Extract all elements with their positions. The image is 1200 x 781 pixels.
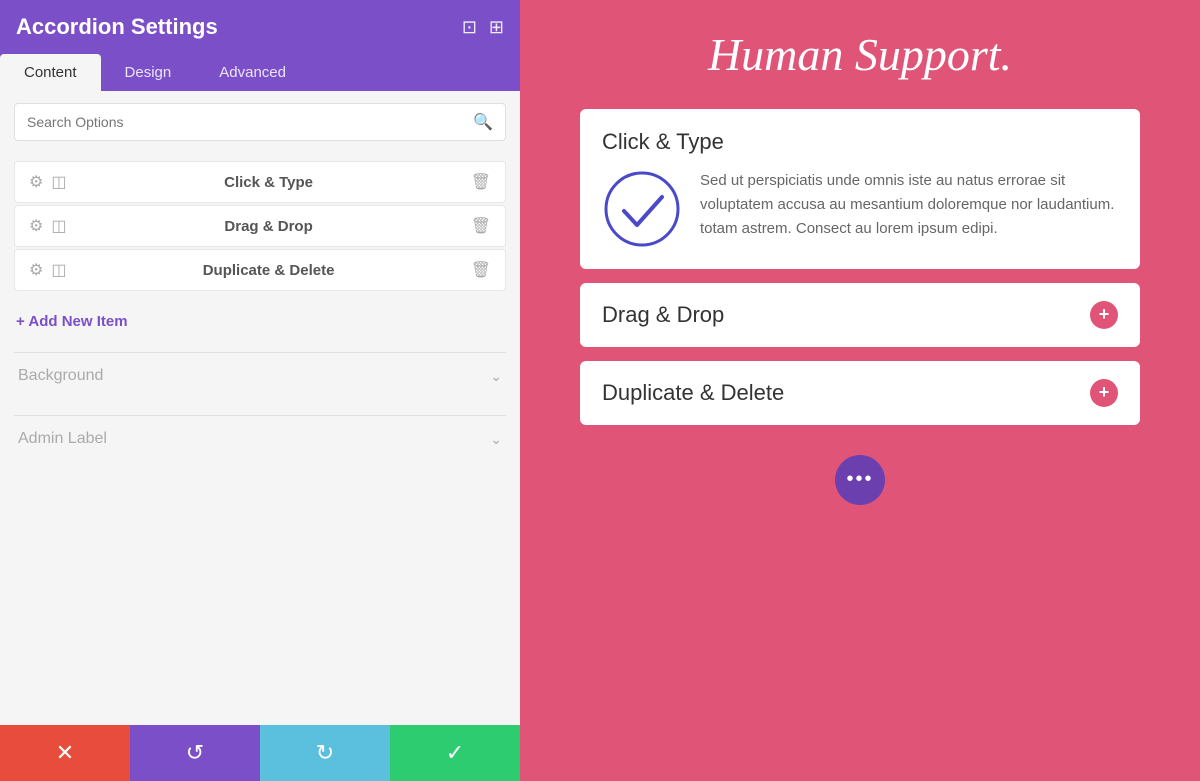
search-input[interactable]: [27, 114, 473, 130]
delete-icon-3[interactable]: 🗑: [471, 260, 491, 280]
card-2-header[interactable]: Drag & Drop +: [580, 283, 1140, 347]
floating-dots-button[interactable]: •••: [835, 455, 885, 505]
admin-label-section[interactable]: Admin Label ⌄: [14, 415, 506, 462]
background-section[interactable]: Background ⌄: [14, 352, 506, 399]
card-1-title: Click & Type: [602, 129, 724, 155]
tab-content[interactable]: Content: [0, 54, 101, 91]
redo-button[interactable]: ↻: [260, 725, 390, 781]
accordion-card-3: Duplicate & Delete +: [580, 361, 1140, 425]
floating-dots-icon: •••: [846, 468, 873, 491]
item-left-icons-2: ⚙ ◫: [29, 216, 66, 236]
right-panel: Human Support. Click & Type Sed ut persp…: [520, 0, 1200, 781]
settings-icon-3: ⚙: [29, 260, 43, 280]
panel-header: Accordion Settings ⊡ ⊞: [0, 0, 520, 54]
expand-icon[interactable]: ⊡: [462, 17, 477, 38]
background-label: Background: [18, 367, 103, 385]
bottom-toolbar: ✕ ↺ ↻ ✓: [0, 725, 520, 781]
settings-icon-1: ⚙: [29, 172, 43, 192]
left-panel: Accordion Settings ⊡ ⊞ Content Design Ad…: [0, 0, 520, 781]
card-1-header: Click & Type: [602, 129, 1118, 169]
panel-title: Accordion Settings: [16, 14, 218, 40]
undo-button[interactable]: ↺: [130, 725, 260, 781]
tab-advanced[interactable]: Advanced: [195, 54, 310, 91]
card-1-body: Sed ut perspiciatis unde omnis iste au n…: [602, 169, 1118, 249]
card-3-header[interactable]: Duplicate & Delete +: [580, 361, 1140, 425]
admin-label-chevron: ⌄: [490, 431, 502, 448]
layout-icon[interactable]: ⊞: [489, 17, 504, 38]
delete-icon-1[interactable]: 🗑: [471, 172, 491, 192]
duplicate-icon-2: ◫: [51, 216, 66, 236]
duplicate-icon-3: ◫: [51, 260, 66, 280]
accordion-item-row-1[interactable]: ⚙ ◫ Click & Type 🗑: [14, 161, 506, 203]
background-chevron: ⌄: [490, 368, 502, 385]
card-3-title: Duplicate & Delete: [602, 380, 784, 406]
item-label-1: Click & Type: [66, 174, 470, 191]
item-left-icons-1: ⚙ ◫: [29, 172, 66, 192]
card-2-title: Drag & Drop: [602, 302, 724, 328]
accordion-items-list: ⚙ ◫ Click & Type 🗑 ⚙ ◫ Drag & Drop 🗑 ⚙ ◫…: [14, 161, 506, 291]
search-bar: 🔍: [14, 103, 506, 141]
accordion-card-2: Drag & Drop +: [580, 283, 1140, 347]
item-label-2: Drag & Drop: [66, 218, 470, 235]
add-new-item-button[interactable]: + Add New Item: [0, 299, 520, 344]
check-circle-icon: [602, 169, 682, 249]
settings-icon-2: ⚙: [29, 216, 43, 236]
accordion-cards: Click & Type Sed ut perspiciatis unde om…: [580, 109, 1140, 425]
redo-icon: ↻: [316, 740, 334, 766]
card-1-text: Sed ut perspiciatis unde omnis iste au n…: [700, 169, 1118, 241]
card-3-expand-icon[interactable]: +: [1090, 379, 1118, 407]
duplicate-icon-1: ◫: [51, 172, 66, 192]
accordion-item-row-3[interactable]: ⚙ ◫ Duplicate & Delete 🗑: [14, 249, 506, 291]
hero-title: Human Support.: [708, 0, 1012, 109]
accordion-card-1: Click & Type Sed ut perspiciatis unde om…: [580, 109, 1140, 269]
cancel-icon: ✕: [56, 740, 74, 766]
save-button[interactable]: ✓: [390, 725, 520, 781]
add-new-item-label: + Add New Item: [16, 313, 128, 330]
delete-icon-2[interactable]: 🗑: [471, 216, 491, 236]
cancel-button[interactable]: ✕: [0, 725, 130, 781]
undo-icon: ↺: [186, 740, 204, 766]
item-label-3: Duplicate & Delete: [66, 262, 470, 279]
admin-label-text: Admin Label: [18, 430, 107, 448]
save-icon: ✓: [446, 740, 464, 766]
tab-design[interactable]: Design: [101, 54, 196, 91]
accordion-item-row-2[interactable]: ⚙ ◫ Drag & Drop 🗑: [14, 205, 506, 247]
tabs-row: Content Design Advanced: [0, 54, 520, 91]
search-icon: 🔍: [473, 112, 493, 132]
card-2-expand-icon[interactable]: +: [1090, 301, 1118, 329]
header-icons: ⊡ ⊞: [462, 17, 504, 38]
item-left-icons-3: ⚙ ◫: [29, 260, 66, 280]
